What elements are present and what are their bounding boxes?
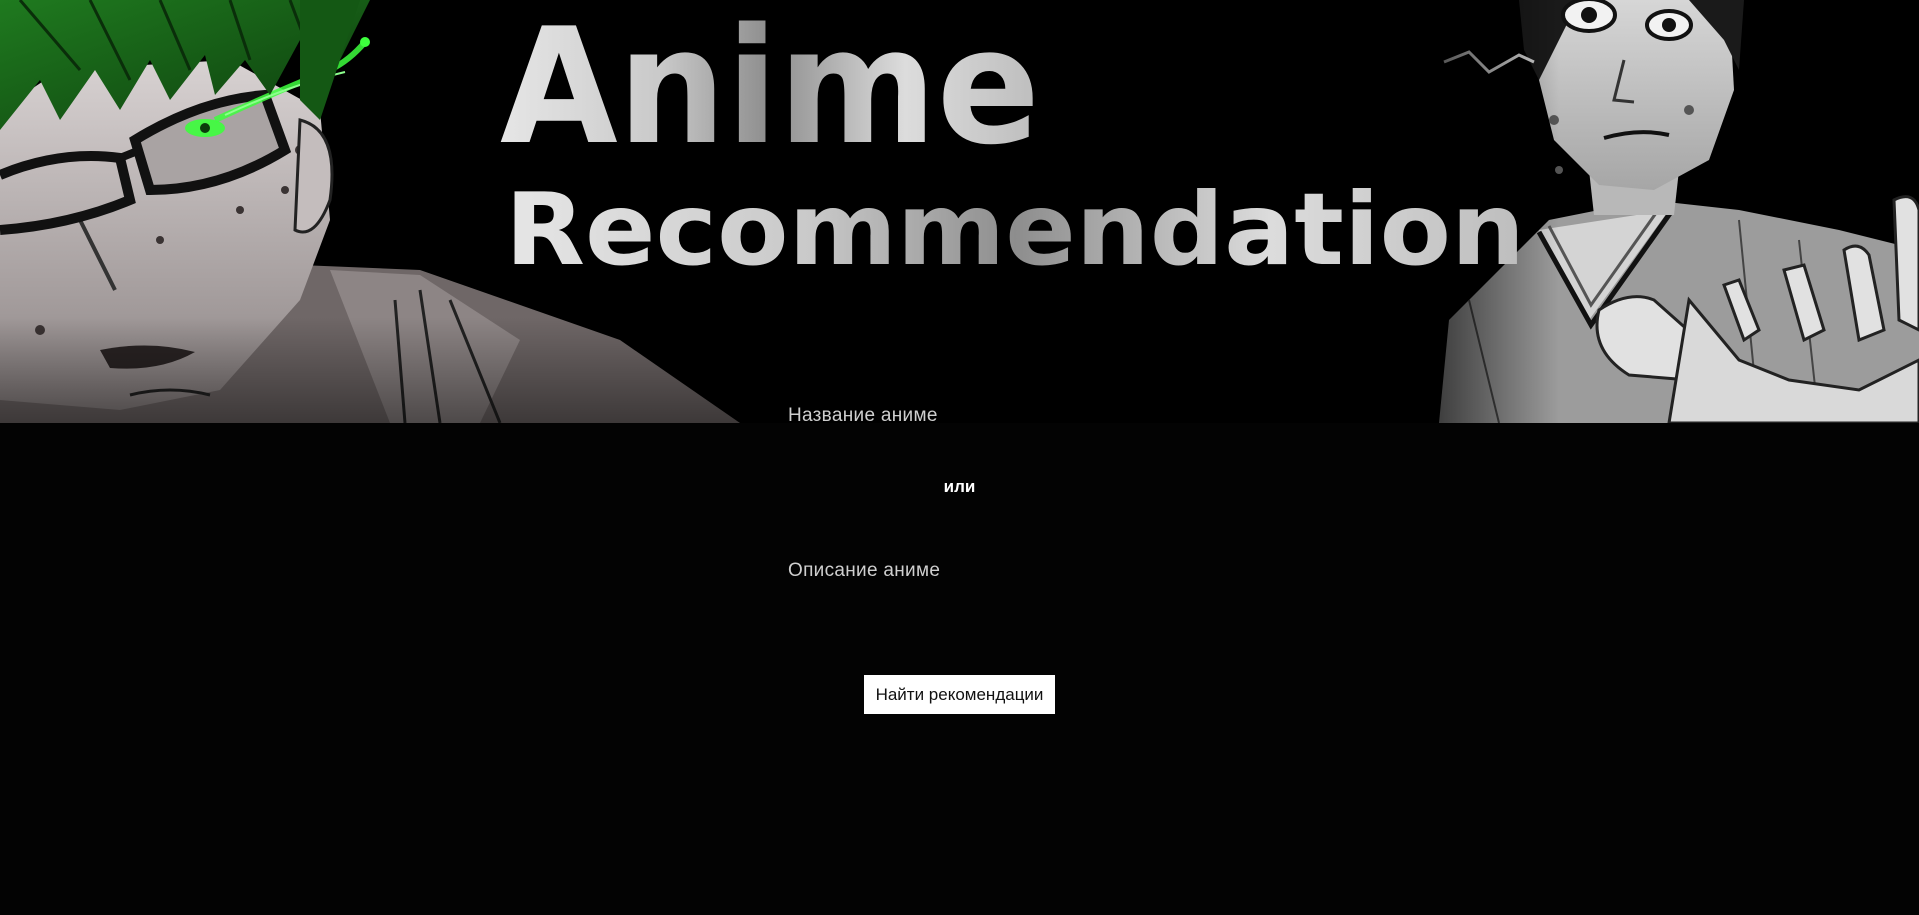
page: Anime Recommendation Название аниме или … xyxy=(0,0,1919,915)
anime-description-input[interactable] xyxy=(788,557,1132,587)
find-recommendations-button[interactable]: Найти рекомендации xyxy=(864,675,1055,714)
recommendation-form: Название аниме или Описание аниме Найти … xyxy=(0,0,1919,915)
anime-name-input[interactable] xyxy=(788,402,1132,432)
or-separator: или xyxy=(943,477,976,496)
